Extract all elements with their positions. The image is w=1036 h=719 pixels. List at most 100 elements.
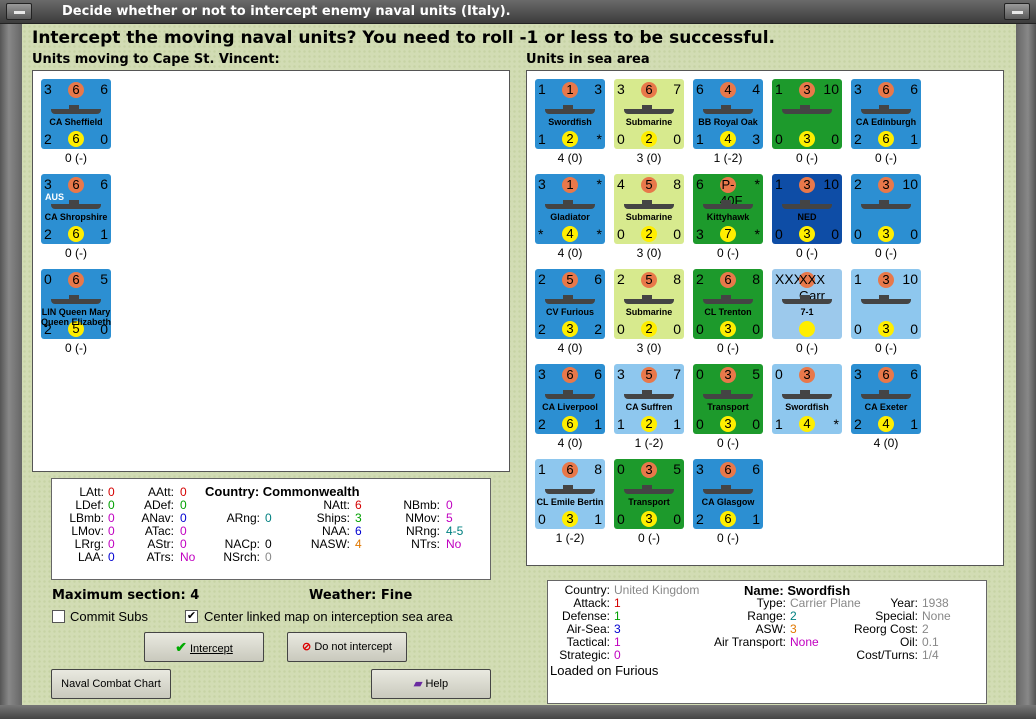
- counter-caption: 0 (-): [717, 531, 739, 545]
- nrng-label: NRng:: [405, 524, 440, 538]
- info-tactical-label: Tactical:: [566, 635, 610, 649]
- counter-bottom-left: 0: [617, 321, 625, 337]
- counter-caption: 0 (-): [796, 246, 818, 260]
- do-not-intercept-button[interactable]: ⊘ Do not intercept: [287, 632, 407, 662]
- atrs-value: No: [180, 550, 196, 564]
- minimize-button[interactable]: [6, 3, 32, 20]
- unit-counter[interactable]: 0 5 0 0 3 3 Transport: [614, 459, 684, 529]
- anav-value: 0: [180, 511, 187, 525]
- unit-counter[interactable]: 3 7 1 1 5 2 CA Suffren: [614, 364, 684, 434]
- ntrs-value: No: [446, 537, 462, 551]
- info-reorg-value: 2: [922, 622, 929, 636]
- counter-bottom-value: 3: [562, 511, 578, 527]
- info-special-value: None: [922, 609, 951, 623]
- unit-counter[interactable]: 1 10 0 0 3 3 NED: [772, 174, 842, 244]
- ship-silhouette-icon: [624, 200, 674, 209]
- unit-counter[interactable]: 1 10 0 0 3 3: [851, 269, 921, 339]
- unit-counter[interactable]: 3 6 2 1 6 4 CA Exeter: [851, 364, 921, 434]
- counter-unit-name: Submarine: [625, 307, 673, 317]
- close-button[interactable]: [1004, 3, 1030, 20]
- unit-counter[interactable]: 3 6 2 0 6 6 CA Sheffield: [41, 79, 111, 149]
- info-defense-label: Defense:: [561, 609, 610, 623]
- counter-bottom-left: 2: [696, 511, 704, 527]
- unit-counter[interactable]: 2 10 0 0 3 3: [851, 174, 921, 244]
- counter-bottom-right: 0: [910, 321, 918, 337]
- counter-bottom-value: 3: [878, 226, 894, 242]
- help-button[interactable]: ▰ Help: [371, 669, 491, 699]
- unit-counter[interactable]: 0 5 0 0 3 3 Transport: [693, 364, 763, 434]
- ship-silhouette-icon: [861, 390, 911, 399]
- counter-caption: 4 (0): [557, 151, 583, 165]
- counter-bottom-left: 0: [775, 226, 783, 242]
- naval-combat-chart-button[interactable]: Naval Combat Chart: [51, 669, 171, 699]
- counter-top-value: 6: [878, 82, 894, 98]
- counter-bottom-value: 3: [720, 321, 736, 337]
- unit-counter[interactable]: 3 * * * 1 4 Gladiator: [535, 174, 605, 244]
- unit-counter[interactable]: 6 * 3 * P-40F 7 Kittyhawk: [693, 174, 763, 244]
- counter-caption: 0 (-): [796, 151, 818, 165]
- info-year-label: Year:: [890, 596, 918, 610]
- counter-caption: 4 (0): [557, 436, 583, 450]
- natt-value: 6: [355, 498, 362, 512]
- unit-counter[interactable]: 1 10 0 0 3 3: [772, 79, 842, 149]
- unit-counter[interactable]: 6 4 1 3 4 4 BB Royal Oak: [693, 79, 763, 149]
- counter-bottom-value: 2: [641, 416, 657, 432]
- counter-top-value: 6: [68, 82, 84, 98]
- counter-top-left: 1: [854, 271, 862, 287]
- counter-caption: 4 (0): [873, 436, 899, 450]
- unit-counter[interactable]: 1 3 1 * 1 2 Swordfish: [535, 79, 605, 149]
- unit-counter[interactable]: 3 6 2 1 6 6 CA Glasgow: [693, 459, 763, 529]
- unit-counter[interactable]: 1 8 0 1 6 3 CL Emile Bertin: [535, 459, 605, 529]
- unit-counter[interactable]: 2 8 0 0 5 2 Submarine: [614, 269, 684, 339]
- counter-top-value: 1: [562, 177, 578, 193]
- counter-top-left: 3: [696, 461, 704, 477]
- counter-top-value: 5: [562, 272, 578, 288]
- counter-bottom-right: 0: [673, 511, 681, 527]
- counter-top-left: 2: [617, 271, 625, 287]
- counter-top-left: 3: [854, 366, 862, 382]
- unit-counter[interactable]: 3 7 0 0 6 2 Submarine: [614, 79, 684, 149]
- info-cost-label: Cost/Turns:: [856, 648, 918, 662]
- unit-counter[interactable]: XXX XXX Garr 7-1: [772, 269, 842, 339]
- counter-bottom-value: 6: [68, 226, 84, 242]
- counter-top-left: 2: [696, 271, 704, 287]
- unit-counter[interactable]: 3 6 2 1 6 6 CA Liverpool: [535, 364, 605, 434]
- counter-top-left: 3: [617, 81, 625, 97]
- unit-counter[interactable]: 0 1 * 3 4 Swordfish: [772, 364, 842, 434]
- counter-bottom-right: 0: [752, 321, 760, 337]
- counter-unit-name: Gladiator: [550, 212, 590, 222]
- unit-counter[interactable]: 4 8 0 0 5 2 Submarine: [614, 174, 684, 244]
- counter-top-value: 5: [641, 367, 657, 383]
- counter-top-value: 6: [720, 462, 736, 478]
- atac-value: 0: [180, 524, 187, 538]
- counter-top-left: 3: [44, 81, 52, 97]
- arng-label: ARng:: [226, 511, 260, 525]
- check-icon: ✔: [175, 639, 187, 655]
- unit-counter[interactable]: 0 5 2 0 6 5 LIN Queen Mary Queen Elizabeth: [41, 269, 111, 339]
- moving-units-panel: 3 6 2 0 6 6 CA Sheffield 0 (-) 3 6 2 1 6 6 AUS CA Shrop…: [32, 70, 510, 472]
- counter-top-value: 6: [562, 462, 578, 478]
- counter-bottom-value: 4: [720, 131, 736, 147]
- center-map-checkbox[interactable]: ✔: [185, 610, 198, 623]
- ship-silhouette-icon: [624, 390, 674, 399]
- unit-counter[interactable]: 2 6 2 2 5 3 CV Furious: [535, 269, 605, 339]
- unit-counter[interactable]: 2 8 0 0 6 3 CL Trenton: [693, 269, 763, 339]
- ship-silhouette-icon: [624, 485, 674, 494]
- counter-bottom-right: 2: [594, 321, 602, 337]
- naa-label: NAA:: [321, 524, 350, 538]
- ship-silhouette-icon: [703, 200, 753, 209]
- minimize-icon: [14, 11, 25, 14]
- unit-counter[interactable]: 3 6 2 1 6 6 CA Edinburgh: [851, 79, 921, 149]
- laa-value: 0: [108, 550, 115, 564]
- lrg-label: LRrg:: [74, 537, 104, 551]
- info-asw-value: 3: [790, 622, 797, 636]
- intercept-button[interactable]: ✔ Intercept: [144, 632, 264, 662]
- no-entry-icon: ⊘: [302, 641, 312, 653]
- counter-bottom-right: 0: [910, 226, 918, 242]
- counter-bottom-right: 0: [673, 131, 681, 147]
- counter-top-right: 7: [673, 81, 681, 97]
- unit-counter[interactable]: 3 6 2 1 6 6 AUS CA Shropshire: [41, 174, 111, 244]
- counter-bottom-left: 1: [617, 416, 625, 432]
- nrng-value: 4-5: [446, 524, 464, 538]
- commit-subs-checkbox[interactable]: [52, 610, 65, 623]
